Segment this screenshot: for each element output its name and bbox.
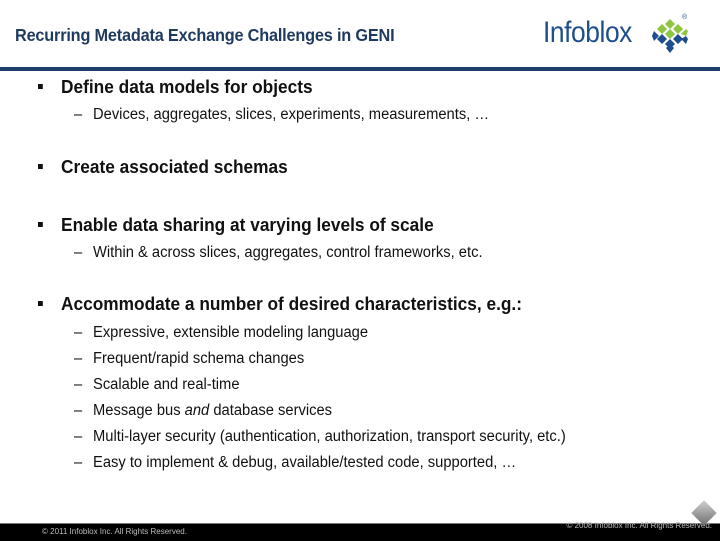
sub-bullet-item: – Devices, aggregates, slices, experiment… xyxy=(74,106,489,124)
bullet-text: Define data models for objects xyxy=(61,77,313,97)
sub-bullet-item: – Message bus and database services xyxy=(74,402,332,420)
bullet-item: Define data models for objects xyxy=(38,77,313,98)
square-bullet-icon xyxy=(38,83,43,89)
sub-bullet-emphasis: and xyxy=(184,402,210,419)
dash-bullet-icon: – xyxy=(74,402,83,419)
sub-bullet-text: Expressive, extensible modeling language xyxy=(93,324,369,341)
square-bullet-icon xyxy=(38,300,43,306)
header-rule xyxy=(0,67,720,71)
sub-bullet-text: Frequent/rapid schema changes xyxy=(93,350,305,367)
sub-bullet-text-after: database services xyxy=(209,402,333,419)
slide-title: Recurring Metadata Exchange Challenges i… xyxy=(15,25,395,45)
sub-bullet-item: – Expressive, extensible modeling languag… xyxy=(74,324,368,342)
sub-bullet-item: – Multi-layer security (authentication, a… xyxy=(74,428,566,446)
square-bullet-icon xyxy=(38,163,43,169)
infoblox-logo: Infoblox ® xyxy=(540,12,700,56)
footer-copyright-right: © 2008 Infoblox Inc. All Rights Reserved… xyxy=(566,521,712,530)
sub-bullet-text: Multi-layer security (authentication, au… xyxy=(93,428,566,445)
dash-bullet-icon: – xyxy=(74,376,83,393)
sub-bullet-text: Easy to implement & debug, available/tes… xyxy=(93,454,517,471)
sub-bullet-item: – Scalable and real-time xyxy=(74,376,240,394)
sub-bullet-text: Devices, aggregates, slices, experiments… xyxy=(93,106,490,123)
bullet-item: Enable data sharing at varying levels of… xyxy=(38,215,434,236)
dash-bullet-icon: – xyxy=(74,106,83,123)
sub-bullet-text-before: Message bus xyxy=(93,402,185,419)
infoblox-diamond-grid-icon xyxy=(652,19,688,53)
logo-wordmark: Infoblox xyxy=(543,16,632,49)
sub-bullet-text: Scalable and real-time xyxy=(93,376,240,393)
registered-mark: ® xyxy=(682,14,688,21)
sub-bullet-text: Within & across slices, aggregates, cont… xyxy=(93,244,483,261)
square-bullet-icon xyxy=(38,221,43,227)
dash-bullet-icon: – xyxy=(74,350,83,367)
footer-bar: © 2011 Infoblox Inc. All Rights Reserved… xyxy=(0,521,720,541)
sub-bullet-item: – Frequent/rapid schema changes xyxy=(74,350,304,368)
bullet-text: Accommodate a number of desired characte… xyxy=(61,294,522,314)
sub-bullet-item: – Within & across slices, aggregates, con… xyxy=(74,244,483,262)
bullet-item: Accommodate a number of desired characte… xyxy=(38,294,522,315)
bullet-item: Create associated schemas xyxy=(38,157,288,178)
bullet-text: Enable data sharing at varying levels of… xyxy=(61,215,434,235)
sub-bullet-item: – Easy to implement & debug, available/te… xyxy=(74,454,516,472)
dash-bullet-icon: – xyxy=(74,244,83,261)
dash-bullet-icon: – xyxy=(74,454,83,471)
footer-copyright-left: © 2011 Infoblox Inc. All Rights Reserved… xyxy=(42,527,187,536)
dash-bullet-icon: – xyxy=(74,324,83,341)
dash-bullet-icon: – xyxy=(74,428,83,445)
bullet-text: Create associated schemas xyxy=(61,157,288,177)
